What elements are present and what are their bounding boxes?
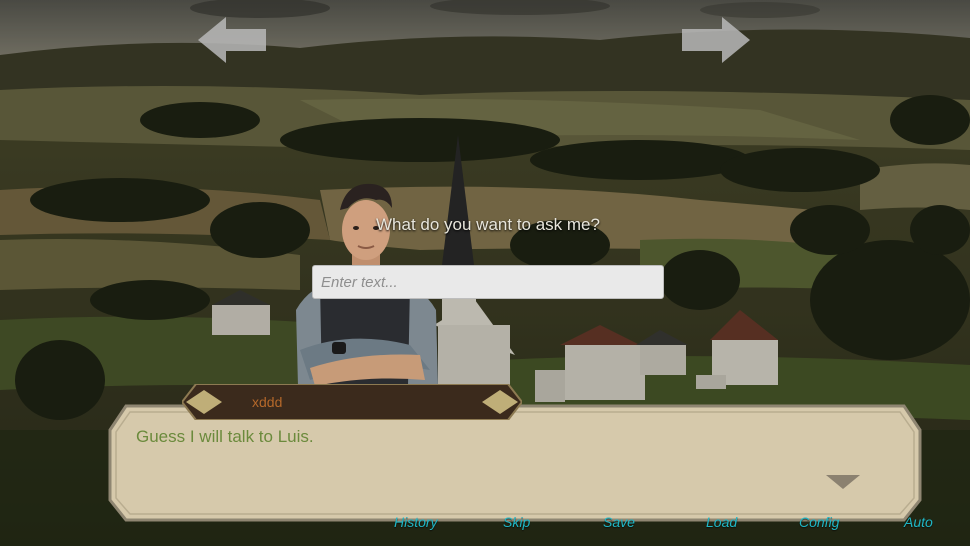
quick-menu: History Skip Save Load Config Auto xyxy=(0,514,970,534)
forward-arrow-icon[interactable] xyxy=(682,17,750,63)
load-button[interactable]: Load xyxy=(706,514,737,530)
skip-button[interactable]: Skip xyxy=(503,514,530,530)
speaker-name: xddd xyxy=(252,394,283,410)
save-button[interactable]: Save xyxy=(603,514,635,530)
auto-button[interactable]: Auto xyxy=(904,514,933,530)
back-arrow-icon[interactable] xyxy=(198,17,266,63)
dialogue-box xyxy=(108,404,922,522)
dialogue-text: Guess I will talk to Luis. xyxy=(136,427,314,446)
triangle-down-icon[interactable] xyxy=(826,475,860,489)
text-input[interactable] xyxy=(312,265,664,299)
speaker-name-plate xyxy=(182,384,522,420)
question-prompt: What do you want to ask me? xyxy=(376,215,600,234)
config-button[interactable]: Config xyxy=(799,514,839,530)
history-button[interactable]: History xyxy=(394,514,438,530)
